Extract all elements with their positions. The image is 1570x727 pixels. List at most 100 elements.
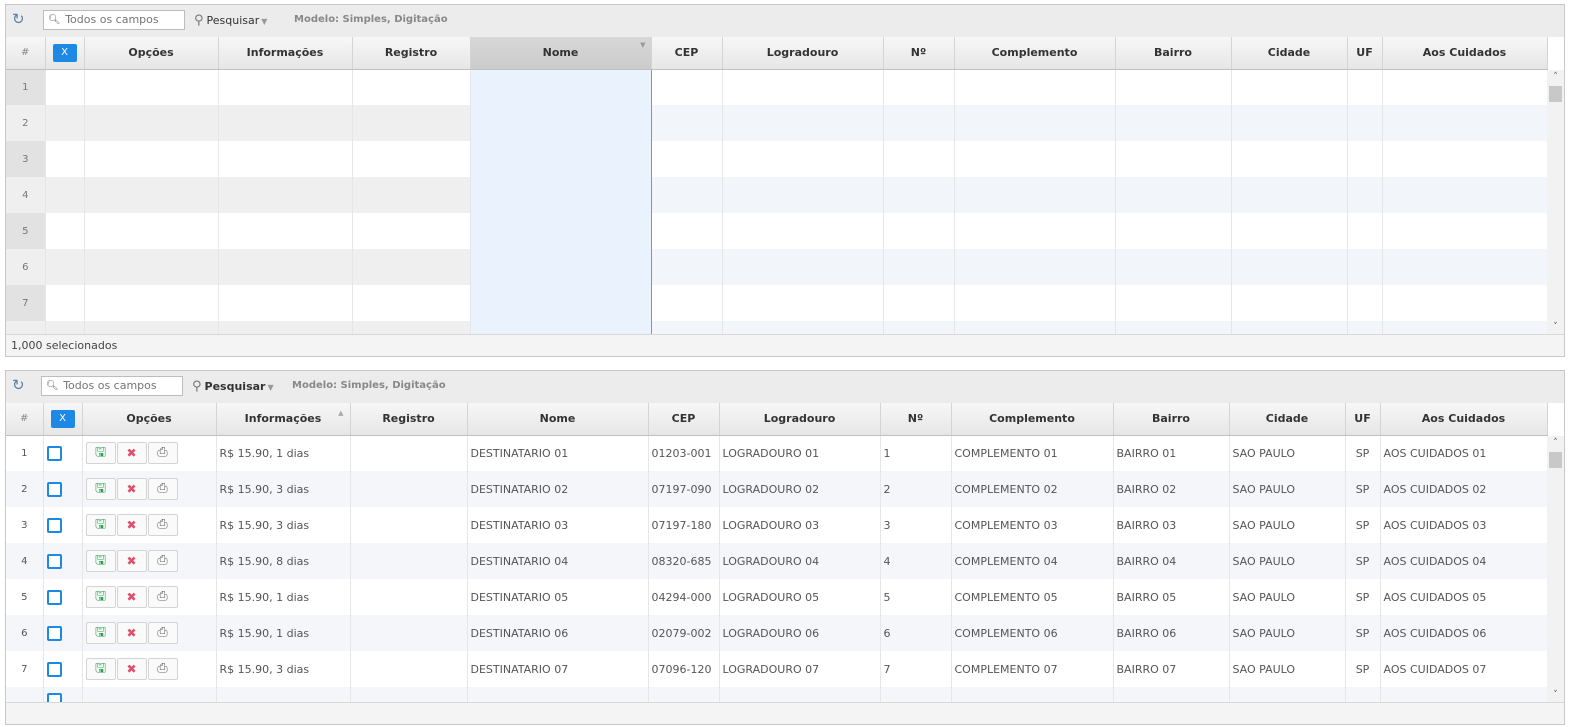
- info-cell[interactable]: R$ 15.90, 3 dias: [216, 471, 351, 507]
- nome-cell[interactable]: DESTINATARIO 05: [467, 579, 649, 615]
- pesquisar-dropdown[interactable]: ⚲ Pesquisar ▼: [194, 13, 267, 28]
- registro-cell[interactable]: [350, 435, 468, 471]
- row-checkbox[interactable]: [46, 589, 62, 605]
- numero-cell[interactable]: 7: [880, 651, 952, 687]
- col-header-cidade[interactable]: Cidade: [1231, 37, 1348, 70]
- cidade-cell[interactable]: SAO PAULO: [1229, 507, 1346, 543]
- selected-cell[interactable]: [469, 105, 652, 141]
- cidade-cell[interactable]: SAO PAULO: [1229, 579, 1346, 615]
- print-icon[interactable]: ⎙: [147, 442, 178, 465]
- col-header-nome[interactable]: Nome: [467, 403, 649, 436]
- vertical-scrollbar[interactable]: ˄ ˅: [1547, 70, 1564, 334]
- col-header-informacoes[interactable]: Informações ▲: [216, 403, 351, 436]
- col-header-bairro[interactable]: Bairro: [1115, 37, 1232, 70]
- row-checkbox[interactable]: [46, 445, 62, 461]
- pesquisar-dropdown[interactable]: ⚲ Pesquisar ▼: [192, 379, 274, 394]
- complemento-cell[interactable]: COMPLEMENTO 04: [951, 543, 1114, 579]
- col-header-informacoes[interactable]: Informações: [218, 37, 353, 70]
- aos-cuidados-cell[interactable]: AOS CUIDADOS 03: [1380, 507, 1548, 543]
- nome-cell[interactable]: DESTINATARIO 03: [467, 507, 649, 543]
- complemento-cell[interactable]: COMPLEMENTO 03: [951, 507, 1114, 543]
- delete-icon[interactable]: ✖: [116, 622, 147, 644]
- aos-cuidados-cell[interactable]: AOS CUIDADOS 05: [1380, 579, 1548, 615]
- save-icon[interactable]: 🖫︎: [85, 514, 116, 536]
- logradouro-cell[interactable]: LOGRADOURO 07: [719, 651, 881, 687]
- selected-cell[interactable]: [469, 213, 652, 249]
- info-cell[interactable]: R$ 15.90, 1 dias: [216, 435, 351, 471]
- delete-icon[interactable]: ✖: [116, 550, 147, 572]
- info-cell[interactable]: R$ 15.90, 3 dias: [216, 507, 351, 543]
- table-row[interactable]: 6 🖫︎ ✖ ⎙ R$ 15.90, 1 dias DESTINATARIO 06 …: [6, 615, 1548, 651]
- search-box[interactable]: 🔍︎: [41, 376, 183, 396]
- numero-cell[interactable]: 6: [880, 615, 952, 651]
- complemento-cell[interactable]: COMPLEMENTO 02: [951, 471, 1114, 507]
- bairro-cell[interactable]: BAIRRO 04: [1113, 543, 1230, 579]
- info-cell[interactable]: R$ 15.90, 3 dias: [216, 651, 351, 687]
- col-header-numero[interactable]: Nº: [883, 37, 955, 70]
- row-checkbox[interactable]: [46, 661, 62, 677]
- save-icon[interactable]: 🖫︎: [85, 622, 116, 644]
- logradouro-cell[interactable]: LOGRADOURO 05: [719, 579, 881, 615]
- selected-cell[interactable]: [469, 285, 652, 321]
- bairro-cell[interactable]: BAIRRO 06: [1113, 615, 1230, 651]
- bairro-cell[interactable]: BAIRRO 01: [1113, 435, 1230, 471]
- bairro-cell[interactable]: BAIRRO 03: [1113, 507, 1230, 543]
- cidade-cell[interactable]: SAO PAULO: [1229, 435, 1346, 471]
- logradouro-cell[interactable]: LOGRADOURO 01: [719, 435, 881, 471]
- registro-cell[interactable]: [350, 471, 468, 507]
- nome-cell[interactable]: DESTINATARIO 06: [467, 615, 649, 651]
- complemento-cell[interactable]: COMPLEMENTO 01: [951, 435, 1114, 471]
- selected-cell[interactable]: [469, 177, 652, 213]
- nome-cell[interactable]: DESTINATARIO 04: [467, 543, 649, 579]
- bairro-cell[interactable]: BAIRRO 07: [1113, 651, 1230, 687]
- delete-icon[interactable]: ✖: [116, 586, 147, 608]
- nome-cell[interactable]: DESTINATARIO 07: [467, 651, 649, 687]
- selected-cell[interactable]: [469, 141, 652, 177]
- row-checkbox[interactable]: [46, 517, 62, 533]
- row-checkbox[interactable]: [46, 553, 62, 569]
- nome-cell[interactable]: DESTINATARIO 02: [467, 471, 649, 507]
- row-checkbox[interactable]: [46, 481, 62, 497]
- bairro-cell[interactable]: BAIRRO 05: [1113, 579, 1230, 615]
- uf-cell[interactable]: SP: [1345, 615, 1381, 651]
- col-header-logradouro[interactable]: Logradouro: [722, 37, 884, 70]
- search-box[interactable]: 🔍︎: [43, 10, 185, 30]
- cidade-cell[interactable]: SAO PAULO: [1229, 615, 1346, 651]
- scrollbar-thumb[interactable]: [1549, 452, 1562, 468]
- complemento-cell[interactable]: COMPLEMENTO 05: [951, 579, 1114, 615]
- search-input[interactable]: [65, 11, 182, 27]
- numero-cell[interactable]: 4: [880, 543, 952, 579]
- complemento-cell[interactable]: COMPLEMENTO 07: [951, 651, 1114, 687]
- vertical-scrollbar[interactable]: ˄ ˅: [1547, 436, 1564, 702]
- col-header-logradouro[interactable]: Logradouro: [719, 403, 881, 436]
- registro-cell[interactable]: [350, 579, 468, 615]
- col-header-complemento[interactable]: Complemento: [951, 403, 1114, 436]
- logradouro-cell[interactable]: LOGRADOURO 06: [719, 615, 881, 651]
- logradouro-cell[interactable]: LOGRADOURO 04: [719, 543, 881, 579]
- print-icon[interactable]: ⎙: [147, 586, 178, 608]
- cep-cell[interactable]: 02079-002: [648, 615, 720, 651]
- refresh-icon[interactable]: ↻: [12, 11, 26, 27]
- save-icon[interactable]: 🖫︎: [85, 658, 116, 680]
- info-cell[interactable]: R$ 15.90, 1 dias: [216, 615, 351, 651]
- col-header-select-all[interactable]: X: [43, 403, 83, 436]
- cidade-cell[interactable]: SAO PAULO: [1229, 651, 1346, 687]
- table-row[interactable]: 3 🖫︎ ✖ ⎙ R$ 15.90, 3 dias DESTINATARIO 03 …: [6, 507, 1548, 543]
- table-row[interactable]: 2: [6, 105, 1548, 141]
- scroll-up-icon[interactable]: ˄: [1547, 70, 1564, 84]
- registro-cell[interactable]: [350, 615, 468, 651]
- numero-cell[interactable]: 1: [880, 435, 952, 471]
- delete-icon[interactable]: ✖: [116, 478, 147, 500]
- scroll-down-icon[interactable]: ˅: [1547, 688, 1564, 702]
- cidade-cell[interactable]: SAO PAULO: [1229, 471, 1346, 507]
- info-cell[interactable]: R$ 15.90, 8 dias: [216, 543, 351, 579]
- col-header-opcoes[interactable]: Opções: [82, 403, 217, 436]
- col-header-numero[interactable]: Nº: [880, 403, 952, 436]
- print-icon[interactable]: ⎙: [147, 622, 178, 644]
- save-icon[interactable]: 🖫︎: [85, 550, 116, 572]
- table-row[interactable]: 2 🖫︎ ✖ ⎙ R$ 15.90, 3 dias DESTINATARIO 02 …: [6, 471, 1548, 507]
- table-row[interactable]: 1 🖫︎ ✖ ⎙ R$ 15.90, 1 dias DESTINATARIO 01 …: [6, 435, 1548, 471]
- delete-icon[interactable]: ✖: [116, 514, 147, 536]
- aos-cuidados-cell[interactable]: AOS CUIDADOS 06: [1380, 615, 1548, 651]
- selected-cell[interactable]: [469, 69, 652, 105]
